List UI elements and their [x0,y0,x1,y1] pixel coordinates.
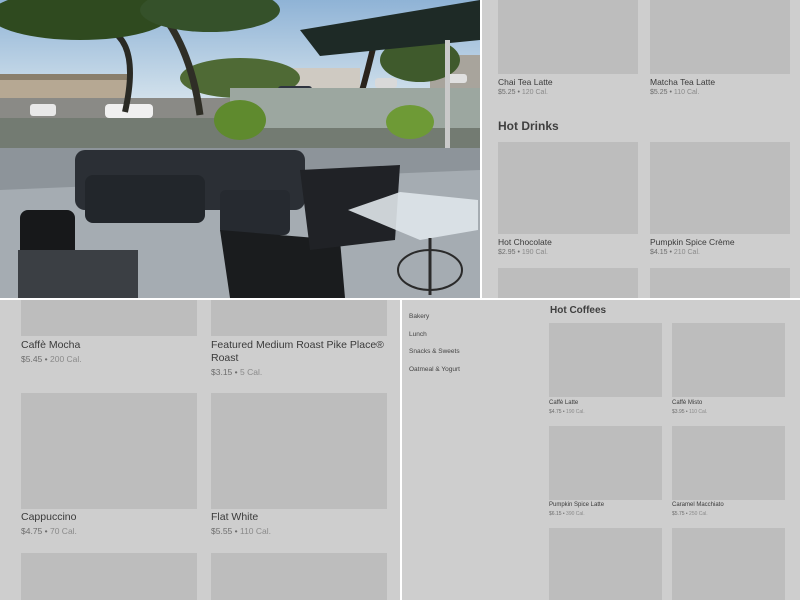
product-name[interactable]: Caffè Misto [672,400,702,406]
product-image[interactable] [498,268,638,298]
product-image[interactable] [498,0,638,74]
product-meta: $3.15 • 5 Cal. [211,367,263,377]
product-image[interactable] [211,553,387,600]
product-name[interactable]: Matcha Tea Latte [650,77,715,87]
category-link-bakery[interactable]: Bakery [409,313,429,320]
product-image[interactable] [650,0,790,74]
product-name[interactable]: Pumpkin Spice Latte [549,502,604,508]
product-meta: $5.25 • 120 Cal. [498,89,548,96]
product-image[interactable] [498,142,638,234]
product-name[interactable]: Caffè Latte [549,400,578,406]
product-image[interactable] [211,393,387,509]
product-name[interactable]: Cappuccino [21,511,76,524]
product-meta: $4.75 • 70 Cal. [21,526,77,536]
product-name[interactable]: Pumpkin Spice Crème [650,237,735,247]
product-image[interactable] [549,528,662,600]
product-meta: $5.45 • 200 Cal. [21,354,82,364]
menu-panel-bottom-right: Bakery Lunch Snacks & Sweets Oatmeal & Y… [402,300,800,600]
product-image[interactable] [21,553,197,600]
product-meta: $6.15 • 390 Cal. [549,511,585,517]
product-image[interactable] [672,528,785,600]
product-image[interactable] [21,300,197,336]
menu-panel-top-right: Chai Tea Latte $5.25 • 120 Cal. Matcha T… [482,0,800,298]
product-name[interactable]: Flat White [211,511,258,524]
product-meta: $5.25 • 110 Cal. [650,89,700,96]
category-link-snacks-sweets[interactable]: Snacks & Sweets [409,348,460,355]
section-title: Hot Coffees [550,305,607,316]
product-meta: $3.95 • 110 Cal. [672,409,708,415]
product-image[interactable] [549,323,662,397]
product-meta: $4.75 • 190 Cal. [549,409,585,415]
product-image[interactable] [549,426,662,500]
section-title: Hot Drinks [498,119,559,133]
product-name[interactable]: Caffè Mocha [21,339,80,352]
product-image[interactable] [650,268,790,298]
product-name[interactable]: Caramel Macchiato [672,502,724,508]
patio-photo [0,0,480,298]
product-meta: $5.75 • 250 Cal. [672,511,708,517]
product-image[interactable] [672,426,785,500]
product-image[interactable] [672,323,785,397]
menu-panel-bottom-left: Caffè Mocha $5.45 • 200 Cal. Featured Me… [0,300,400,600]
product-image[interactable] [650,142,790,234]
product-meta: $5.55 • 110 Cal. [211,526,272,536]
product-meta: $4.15 • 210 Cal. [650,249,700,256]
product-name[interactable]: Chai Tea Latte [498,77,553,87]
product-meta: $2.95 • 190 Cal. [498,249,548,256]
product-name[interactable]: Featured Medium Roast Pike Place® Roast [211,339,387,365]
product-name[interactable]: Hot Chocolate [498,237,552,247]
category-link-lunch[interactable]: Lunch [409,331,427,338]
category-link-oatmeal-yogurt[interactable]: Oatmeal & Yogurt [409,366,460,373]
product-image[interactable] [211,300,387,336]
product-image[interactable] [21,393,197,509]
patio-photo-image [0,0,480,298]
